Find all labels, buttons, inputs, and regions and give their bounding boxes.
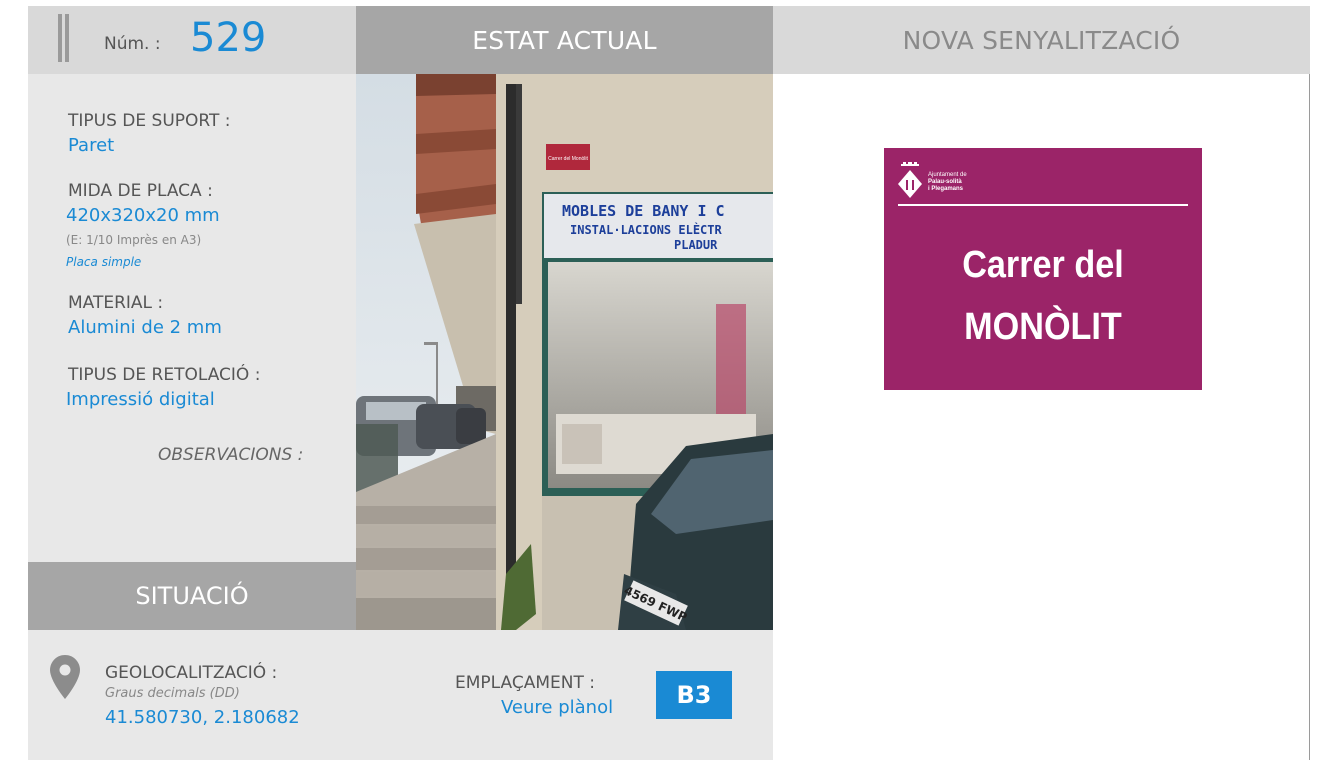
street-photo: Carrer del Monòlit MOBLES DE BANY I C IN… (356, 74, 773, 630)
mida-placa-scale: (E: 1/10 Imprès en A3) (66, 233, 202, 247)
tipus-suport-value: Paret (68, 135, 115, 156)
emplacament-label: EMPLAÇAMENT : (455, 673, 595, 693)
emplacament-code-badge: B3 (656, 671, 732, 719)
shop-sign-line2: INSTAL·LACIONS ELÈCTR (570, 222, 722, 237)
number-label: Núm. : (104, 34, 161, 54)
sign-line1: Carrer del (962, 244, 1124, 286)
material-value: Alumini de 2 mm (68, 317, 222, 338)
new-street-sign: Ajuntament de Palau-solità i Plegamans C… (884, 148, 1202, 390)
situacio-header: SITUACIÓ (28, 562, 356, 630)
geolocalitzacio-label: GEOLOCALITZACIÓ : (105, 663, 278, 683)
retolacio-value: Impressió digital (66, 389, 215, 410)
geo-coordinates: 41.580730, 2.180682 (105, 707, 300, 728)
estat-actual-header: ESTAT ACTUAL (356, 6, 773, 74)
mida-placa-value: 420x320x20 mm (66, 205, 220, 226)
shop-sign-line3: PLADUR (674, 238, 718, 252)
mida-placa-label: MIDA DE PLACA : (68, 181, 213, 201)
logo-line3: i Plegamans (928, 186, 964, 192)
sign-divider (898, 204, 1188, 206)
tipus-suport-label: TIPUS DE SUPORT : (68, 111, 231, 131)
nova-senyalitzacio-header: NOVA SENYALITZACIÓ (773, 6, 1310, 74)
current-state-photo: Carrer del Monòlit MOBLES DE BANY I C IN… (356, 74, 773, 630)
geo-format: Graus decimals (DD) (105, 686, 240, 701)
double-bar-icon (58, 14, 70, 62)
emplacament-link[interactable]: Veure plànol (501, 697, 613, 718)
logo-line1: Ajuntament de (928, 172, 967, 178)
retolacio-label: TIPUS DE RETOLACIÓ : (68, 365, 261, 385)
number-value: 529 (190, 15, 267, 61)
sign-line2: MONÒLIT (964, 306, 1122, 348)
logo-line2: Palau-solità (928, 179, 962, 185)
wall-plate-text: Carrer del Monòlit (548, 156, 588, 162)
mida-placa-type: Placa simple (66, 255, 142, 269)
material-label: MATERIAL : (68, 293, 164, 313)
map-pin-icon (50, 655, 80, 699)
observacions-label: OBSERVACIONS : (158, 445, 304, 465)
shop-sign-line1: MOBLES DE BANY I C (562, 202, 725, 220)
municipal-crest-icon (898, 162, 922, 198)
